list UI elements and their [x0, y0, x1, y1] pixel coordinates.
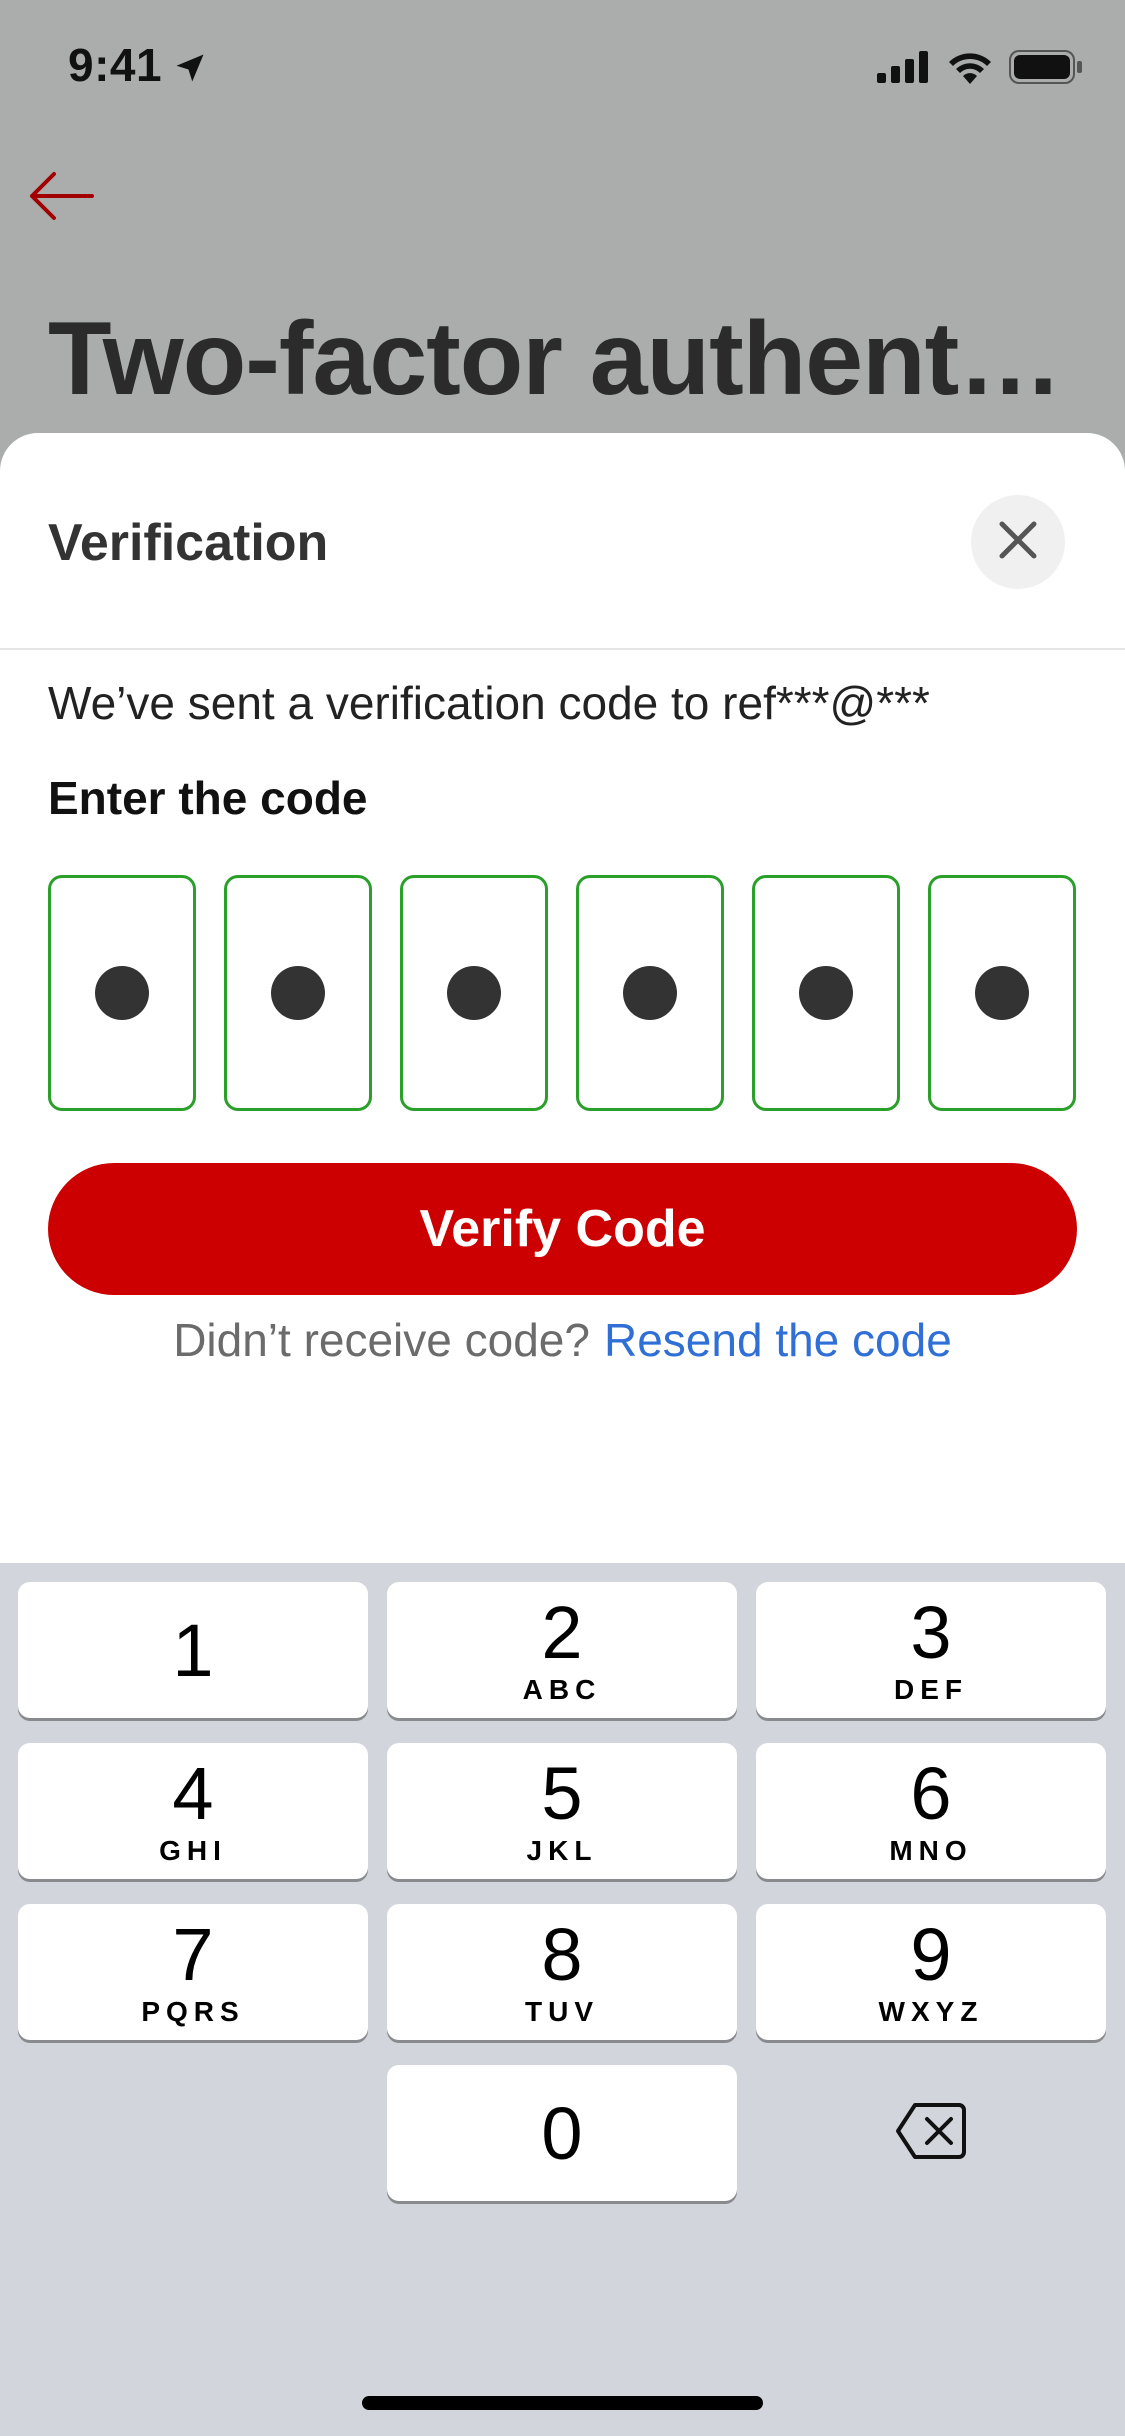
key-5[interactable]: 5 JKL: [387, 1743, 737, 1879]
numeric-keypad: 1 2 ABC 3 DEF 4 GHI 5 JKL 6 MNO 7 PQRS 8…: [0, 1563, 1125, 2436]
key-letters: MNO: [889, 1835, 973, 1866]
battery-icon: [1009, 50, 1083, 89]
key-digit: 2: [541, 1591, 583, 1674]
masked-digit-dot: [975, 966, 1029, 1020]
backspace-icon: [895, 2102, 967, 2165]
key-letters: JKL: [526, 1835, 598, 1866]
key-digit: 3: [910, 1591, 952, 1674]
key-digit: 5: [541, 1752, 583, 1835]
sheet-header: Verification: [0, 433, 1125, 650]
key-3[interactable]: 3 DEF: [756, 1582, 1106, 1718]
status-time: 9:41: [68, 39, 163, 91]
sent-message: We’ve sent a verification code to ref***…: [48, 677, 930, 729]
key-8[interactable]: 8 TUV: [387, 1904, 737, 2040]
close-icon: [998, 520, 1038, 565]
status-bar: 9:41: [0, 0, 1125, 135]
masked-digit-dot: [271, 966, 325, 1020]
close-button[interactable]: [971, 495, 1065, 589]
code-digit-6[interactable]: [928, 875, 1076, 1111]
location-arrow-icon: [172, 50, 208, 91]
code-input-row: [48, 875, 1077, 1113]
verify-code-button[interactable]: Verify Code: [48, 1163, 1077, 1295]
key-letters: ABC: [522, 1674, 602, 1705]
key-digit: 6: [910, 1752, 952, 1835]
key-2[interactable]: 2 ABC: [387, 1582, 737, 1718]
home-indicator[interactable]: [362, 2396, 763, 2410]
masked-digit-dot: [799, 966, 853, 1020]
signal-icon: [877, 51, 931, 88]
key-letters: PQRS: [141, 1996, 245, 2027]
key-1[interactable]: 1: [18, 1582, 368, 1718]
key-4[interactable]: 4 GHI: [18, 1743, 368, 1879]
wifi-icon: [947, 50, 993, 89]
enter-code-label: Enter the code: [48, 772, 368, 824]
code-digit-1[interactable]: [48, 875, 196, 1111]
resend-row: Didn’t receive code? Resend the code: [0, 1313, 1125, 1367]
verification-sheet: Verification We’ve sent a verification c…: [0, 433, 1125, 1563]
arrow-left-icon: [28, 171, 94, 226]
key-digit: 1: [172, 1609, 214, 1692]
key-6[interactable]: 6 MNO: [756, 1743, 1106, 1879]
key-letters: TUV: [525, 1996, 599, 2027]
key-letters: WXYZ: [878, 1996, 984, 2027]
masked-digit-dot: [95, 966, 149, 1020]
delete-key[interactable]: [756, 2065, 1106, 2201]
key-digit: 7: [172, 1913, 214, 1996]
status-icons: [877, 50, 1083, 89]
key-digit: 4: [172, 1752, 214, 1835]
key-letters: GHI: [159, 1835, 227, 1866]
sheet-title: Verification: [48, 514, 329, 572]
resend-prompt: Didn’t receive code?: [173, 1314, 590, 1366]
masked-digit-dot: [447, 966, 501, 1020]
key-9[interactable]: 9 WXYZ: [756, 1904, 1106, 2040]
key-digit: 9: [910, 1913, 952, 1996]
resend-code-link[interactable]: Resend the code: [604, 1314, 952, 1366]
code-digit-5[interactable]: [752, 875, 900, 1111]
key-7[interactable]: 7 PQRS: [18, 1904, 368, 2040]
key-0[interactable]: 0: [387, 2065, 737, 2201]
back-button[interactable]: [24, 168, 98, 228]
key-digit: 8: [541, 1913, 583, 1996]
code-digit-2[interactable]: [224, 875, 372, 1111]
code-digit-4[interactable]: [576, 875, 724, 1111]
page-title: Two-factor authentication: [48, 301, 1088, 417]
key-letters: DEF: [894, 1674, 968, 1705]
code-digit-3[interactable]: [400, 875, 548, 1111]
key-digit: 0: [541, 2092, 583, 2175]
masked-digit-dot: [623, 966, 677, 1020]
